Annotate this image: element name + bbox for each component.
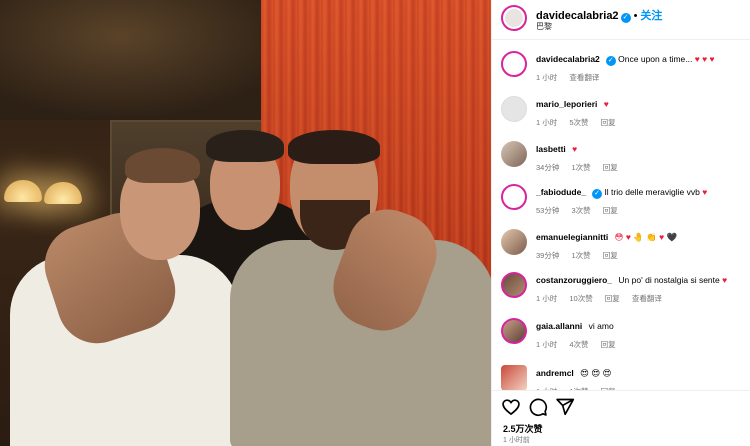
comment-line: mario_leporieri ♥ <box>536 99 746 109</box>
comment-emoji: ♥ <box>702 187 708 197</box>
comment-username[interactable]: lasbetti <box>536 144 566 154</box>
photo-lamp <box>4 180 42 202</box>
comment-time: 53分钟 <box>536 206 560 215</box>
post-header: davidecalabria2 ✓ • 关注 巴黎 <box>492 0 750 40</box>
caption-hearts: ♥ ♥ ♥ <box>694 54 715 64</box>
translate-link[interactable]: 查看翻译 <box>569 73 599 82</box>
comment-likes[interactable]: 5次赞 <box>569 118 588 127</box>
reply-button[interactable]: 回复 <box>605 294 620 303</box>
comment-time: 1 小时 <box>536 340 558 349</box>
reply-button[interactable]: 回复 <box>603 163 618 172</box>
comment-row: mario_leporieri ♥ 1 小时 5次赞 回复 <box>492 95 750 139</box>
comment-likes[interactable]: 4次赞 <box>569 340 588 349</box>
caption-row: davidecalabria2 ✓ Once upon a time... ♥ ♥… <box>492 50 750 94</box>
post-actions: 2.5万次赞 1 小时前 <box>492 390 750 446</box>
comment-meta: 1 小时 10次赞 回复 查看翻译 <box>536 293 672 304</box>
comment-likes[interactable]: 1次赞 <box>571 163 590 172</box>
commenter-avatar[interactable] <box>501 141 527 167</box>
location-link[interactable]: 巴黎 <box>536 21 552 32</box>
comment-text: Il trio delle meraviglie vvb <box>604 187 700 197</box>
comment-line: andremcl 😍 😍 😍 <box>536 368 746 379</box>
comment-username[interactable]: _fabiodude_ <box>536 187 586 197</box>
author-line: davidecalabria2 ✓ • 关注 <box>536 7 662 23</box>
photo-lamp <box>44 182 82 204</box>
comment-line: lasbetti ♥ <box>536 144 746 154</box>
photo-ceiling <box>0 0 300 120</box>
comment-row: _fabiodude_ ✓ Il trio delle meraviglie vv… <box>492 183 750 227</box>
comment-line: emanuelegiannitti 😳 ♥ 🤚 👏 ♥ 🖤 <box>536 232 746 243</box>
comment-line: gaia.allanni vi amo <box>536 321 746 331</box>
comment-meta: 39分钟 1次赞 回复 <box>536 250 628 261</box>
verified-badge-icon: ✓ <box>592 189 603 199</box>
comments-panel: davidecalabria2 ✓ • 关注 巴黎 davidecalabria2 ✓ … <box>491 0 750 446</box>
comment-time: 34分钟 <box>536 163 560 172</box>
comment-text: Un po' di nostalgia si sente <box>618 275 720 285</box>
like-count[interactable]: 2.5万次赞 <box>503 422 543 435</box>
comment-username[interactable]: mario_leporieri <box>536 99 597 109</box>
comment-line: costanzoruggiero_ Un po' di nostalgia si… <box>536 275 746 285</box>
commenter-avatar[interactable] <box>501 318 527 344</box>
caption-username[interactable]: davidecalabria2 <box>536 54 600 64</box>
reply-button[interactable]: 回复 <box>603 251 618 260</box>
reply-button[interactable]: 回复 <box>603 206 618 215</box>
commenter-avatar[interactable] <box>501 365 527 391</box>
heart-icon[interactable] <box>501 397 521 417</box>
comment-row: emanuelegiannitti 😳 ♥ 🤚 👏 ♥ 🖤 39分钟 1次赞 回… <box>492 228 750 272</box>
commenter-avatar[interactable] <box>501 96 527 122</box>
comment-time: 1 小时 <box>536 294 558 303</box>
comment-meta: 1 小时 5次赞 回复 <box>536 117 626 128</box>
post-time: 1 小时前 <box>503 437 530 444</box>
reply-button[interactable]: 回复 <box>601 340 616 349</box>
post-photo[interactable] <box>0 0 491 446</box>
comment-likes[interactable]: 10次赞 <box>569 294 592 303</box>
comment-likes[interactable]: 3次赞 <box>571 206 590 215</box>
commenter-avatar[interactable] <box>501 184 527 210</box>
caption-time: 1 小时 <box>536 73 558 82</box>
comment-username[interactable]: gaia.allanni <box>536 321 582 331</box>
separator-dot: • <box>633 10 638 22</box>
follow-button[interactable]: 关注 <box>640 10 662 22</box>
commenter-avatar[interactable] <box>501 272 527 298</box>
comment-emoji: ♥ <box>603 99 609 109</box>
comment-meta: 1 小时 4次赞 回复 <box>536 339 626 350</box>
comment-username[interactable]: andremcl <box>536 368 574 378</box>
comment-username[interactable]: costanzoruggiero_ <box>536 275 612 285</box>
caption-text: Once upon a time... <box>618 54 693 64</box>
comment-emoji: ♥ <box>572 144 578 154</box>
comment-icon[interactable] <box>528 397 548 417</box>
comment-username[interactable]: emanuelegiannitti <box>536 232 608 242</box>
caption-avatar[interactable] <box>501 51 527 77</box>
comment-meta: 34分钟 1次赞 回复 <box>536 162 628 173</box>
comment-line: _fabiodude_ ✓ Il trio delle meraviglie vv… <box>536 187 746 199</box>
commenter-avatar[interactable] <box>501 229 527 255</box>
comment-row: gaia.allanni vi amo 1 小时 4次赞 回复 <box>492 317 750 361</box>
comment-time: 39分钟 <box>536 251 560 260</box>
author-avatar[interactable] <box>501 5 527 31</box>
comment-emoji: ♥ <box>722 275 728 285</box>
share-icon[interactable] <box>555 397 575 417</box>
comment-time: 1 小时 <box>536 118 558 127</box>
comment-row: costanzoruggiero_ Un po' di nostalgia si… <box>492 271 750 315</box>
caption-meta: 1 小时 查看翻译 <box>536 72 609 83</box>
comment-likes[interactable]: 1次赞 <box>571 251 590 260</box>
comment-emoji: 😳 ♥ 🤚 👏 ♥ 🖤 <box>614 232 678 242</box>
caption-line: davidecalabria2 ✓ Once upon a time... ♥ ♥… <box>536 54 746 66</box>
reply-button[interactable]: 回复 <box>601 118 616 127</box>
comment-meta: 53分钟 3次赞 回复 <box>536 205 628 216</box>
comment-text: vi amo <box>588 321 614 331</box>
comment-emoji: 😍 😍 😍 <box>580 368 612 378</box>
comment-row: lasbetti ♥ 34分钟 1次赞 回复 <box>492 140 750 184</box>
verified-badge-icon: ✓ <box>605 56 616 66</box>
translate-link[interactable]: 查看翻译 <box>632 294 662 303</box>
verified-badge-icon: ✓ <box>620 13 631 23</box>
